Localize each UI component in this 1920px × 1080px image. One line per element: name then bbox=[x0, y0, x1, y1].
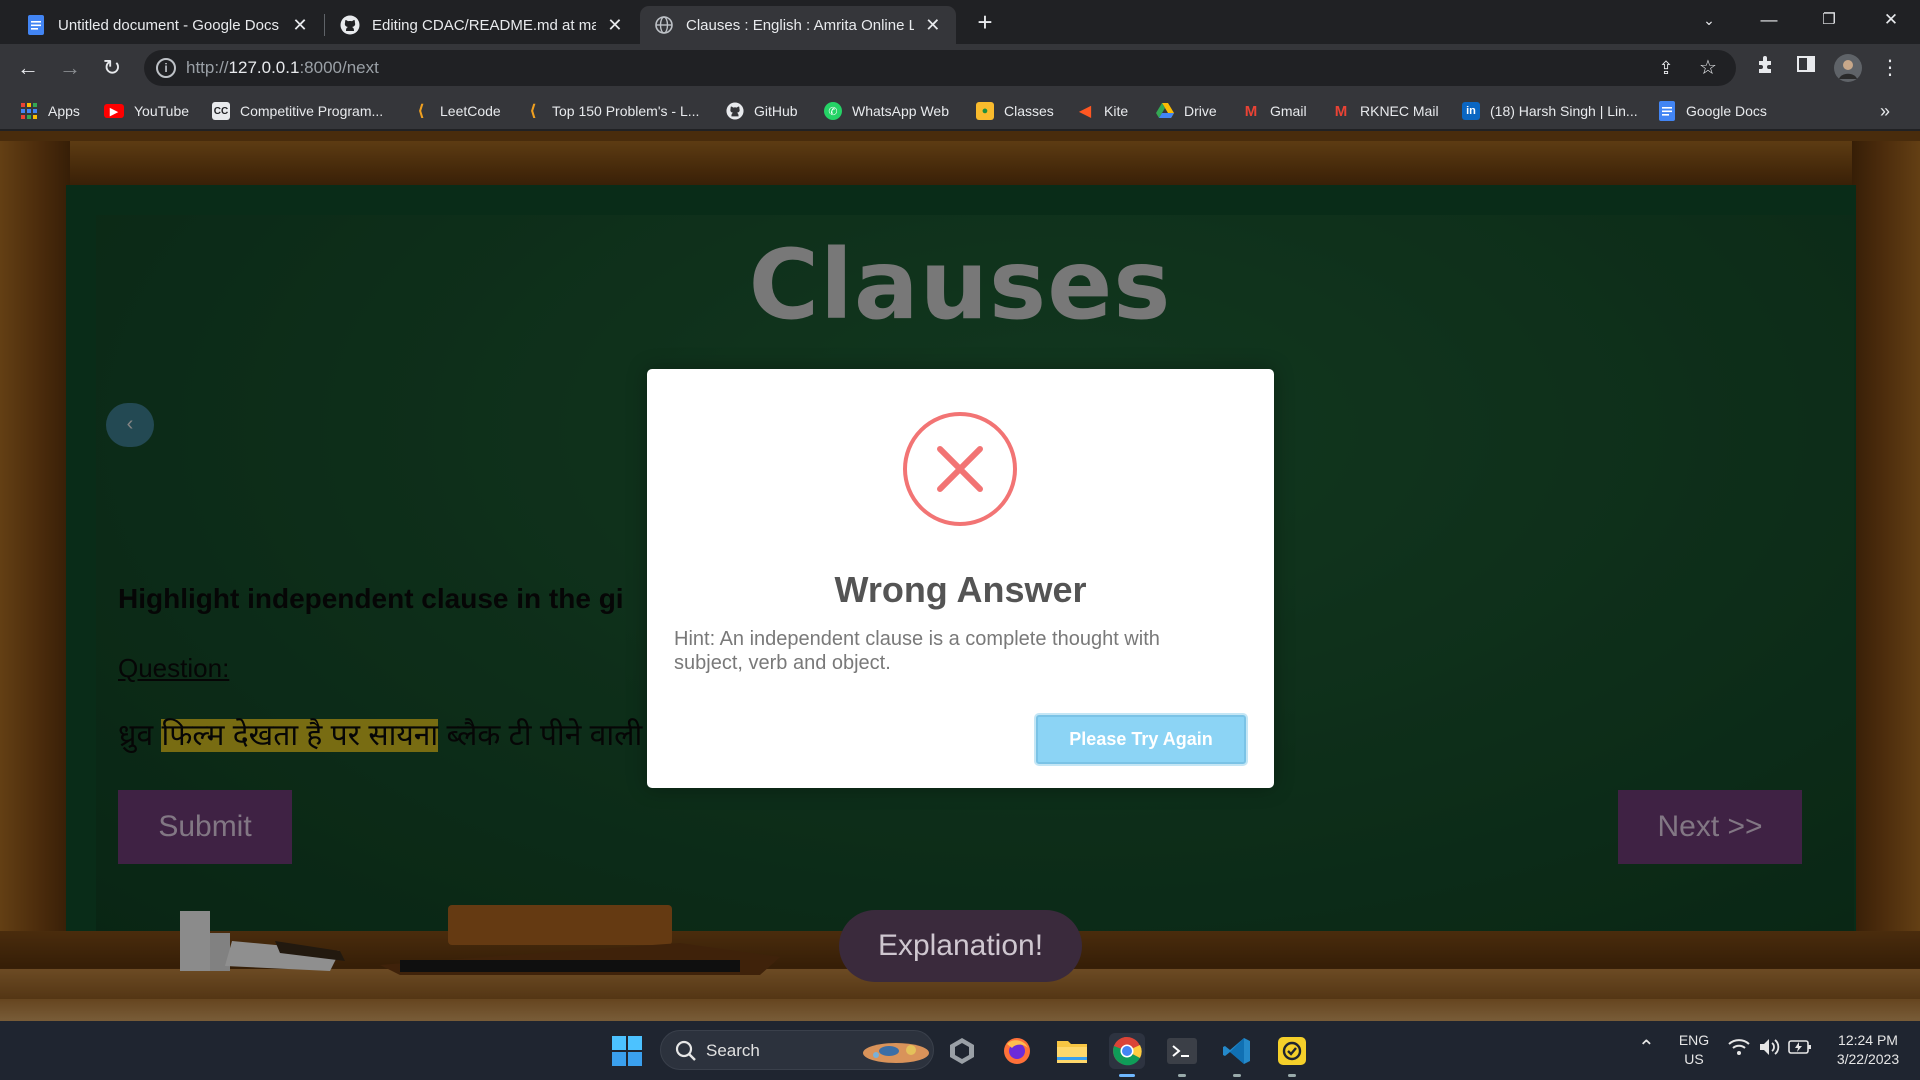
bookmark-whatsapp[interactable]: ✆ WhatsApp Web bbox=[824, 100, 949, 122]
bookmark-leetcode[interactable]: ⟨ LeetCode bbox=[412, 100, 500, 122]
wrong-answer-dialog: Wrong Answer Hint: An independent clause… bbox=[647, 369, 1274, 788]
volume-icon[interactable] bbox=[1758, 1037, 1780, 1060]
site-info-icon[interactable]: i bbox=[156, 58, 176, 78]
tab-label: Editing CDAC/README.md at maste bbox=[372, 16, 596, 34]
bookmark-classes[interactable]: ● Classes bbox=[976, 100, 1054, 122]
clock[interactable]: 12:24 PM 3/22/2023 bbox=[1820, 1031, 1916, 1069]
github-icon bbox=[340, 15, 360, 35]
close-icon[interactable]: ✕ bbox=[606, 15, 624, 36]
bookmark-drive[interactable]: Drive bbox=[1156, 100, 1217, 122]
more-menu-icon[interactable]: ⋮ bbox=[1876, 54, 1904, 82]
page-content: Clauses ‹ Highlight independent clause i… bbox=[0, 131, 1920, 1021]
forward-button[interactable]: → bbox=[54, 52, 86, 84]
tab-label: Clauses : English : Amrita Online Lab bbox=[686, 16, 914, 34]
bookmark-gmail[interactable]: M Gmail bbox=[1242, 100, 1307, 122]
bookmark-github[interactable]: GitHub bbox=[726, 100, 798, 122]
tab-separator bbox=[324, 14, 325, 36]
google-docs-icon bbox=[1658, 101, 1676, 121]
browser-toolbar: ← → ↻ i http://127.0.0.1:8000/next ⇪ ☆ ⋮ bbox=[0, 44, 1920, 92]
tab-search-icon[interactable]: ⌄ bbox=[1680, 0, 1738, 40]
dialog-hint: Hint: An independent clause is a complet… bbox=[674, 628, 1160, 674]
todo-app-icon[interactable] bbox=[1274, 1033, 1310, 1069]
apps-grid-icon bbox=[20, 102, 38, 120]
tab-clauses[interactable]: Clauses : English : Amrita Online Lab ✕ bbox=[640, 6, 956, 44]
close-icon[interactable]: ✕ bbox=[924, 15, 942, 36]
google-docs-icon bbox=[26, 15, 46, 35]
taskbar-search[interactable]: Search bbox=[660, 1030, 934, 1070]
classroom-icon: ● bbox=[976, 102, 994, 120]
firefox-icon[interactable] bbox=[999, 1033, 1035, 1069]
running-indicator bbox=[1288, 1074, 1296, 1077]
battery-icon[interactable] bbox=[1788, 1039, 1812, 1058]
bookmark-rknec-mail[interactable]: M RKNEC Mail bbox=[1332, 100, 1439, 122]
bookmark-kite[interactable]: ◀ Kite bbox=[1076, 100, 1128, 122]
url-text[interactable]: http://127.0.0.1:8000/next bbox=[186, 58, 379, 78]
tab-github-readme[interactable]: Editing CDAC/README.md at maste ✕ bbox=[326, 6, 638, 44]
language-indicator[interactable]: ENG US bbox=[1676, 1031, 1712, 1069]
gmail-icon: M bbox=[1244, 102, 1258, 120]
github-icon bbox=[726, 102, 744, 120]
bookmarks-bar: Apps ▶ YouTube CC Competitive Program... ⟨… bbox=[0, 92, 1920, 130]
vscode-icon[interactable] bbox=[1219, 1033, 1255, 1069]
extensions-icon[interactable] bbox=[1752, 54, 1780, 82]
windows-taskbar: Search ⌃ ENG US 12:24 PM 3/22/2023 bbox=[0, 1021, 1920, 1080]
explanation-button[interactable]: Explanation! bbox=[839, 910, 1082, 982]
search-highlight-art bbox=[863, 1043, 929, 1063]
bookmark-star-icon[interactable]: ☆ bbox=[1694, 54, 1722, 82]
minimize-button[interactable]: — bbox=[1740, 0, 1798, 40]
wifi-icon[interactable] bbox=[1728, 1038, 1750, 1059]
search-icon bbox=[675, 1040, 696, 1061]
tab-google-docs[interactable]: Untitled document - Google Docs ✕ bbox=[12, 6, 324, 44]
bookmark-top-150[interactable]: ⟨ Top 150 Problem's - L... bbox=[524, 100, 699, 122]
chevron-up-icon[interactable]: ⌃ bbox=[1638, 1035, 1655, 1060]
running-indicator bbox=[1119, 1074, 1135, 1077]
close-icon[interactable]: ✕ bbox=[290, 15, 310, 36]
taskbar-app-unity[interactable] bbox=[944, 1033, 980, 1069]
try-again-button[interactable]: Please Try Again bbox=[1034, 713, 1248, 766]
error-x-icon bbox=[903, 412, 1017, 526]
kite-icon: ◀ bbox=[1078, 103, 1092, 120]
globe-icon bbox=[654, 15, 674, 35]
address-bar[interactable]: i http://127.0.0.1:8000/next ⇪ ☆ bbox=[144, 50, 1736, 86]
share-icon[interactable]: ⇪ bbox=[1652, 54, 1680, 82]
bookmark-linkedin[interactable]: in (18) Harsh Singh | Lin... bbox=[1462, 100, 1638, 122]
gmail-icon: M bbox=[1334, 102, 1348, 120]
cc-icon: CC bbox=[212, 102, 230, 120]
bookmarks-overflow-button[interactable]: » bbox=[1880, 100, 1890, 122]
leetcode-icon: ⟨ bbox=[529, 103, 537, 120]
drive-icon bbox=[1156, 102, 1174, 120]
chrome-icon[interactable] bbox=[1109, 1033, 1145, 1069]
running-indicator bbox=[1178, 1074, 1186, 1077]
whatsapp-icon: ✆ bbox=[824, 102, 842, 120]
search-label: Search bbox=[706, 1041, 760, 1060]
tab-label: Untitled document - Google Docs bbox=[58, 16, 279, 34]
bookmark-google-docs[interactable]: Google Docs bbox=[1658, 100, 1767, 122]
restore-button[interactable]: ❐ bbox=[1800, 0, 1858, 40]
leetcode-icon: ⟨ bbox=[417, 103, 425, 120]
close-window-button[interactable]: ✕ bbox=[1862, 0, 1920, 40]
bookmark-competitive-programming[interactable]: CC Competitive Program... bbox=[212, 100, 383, 122]
dialog-title: Wrong Answer bbox=[834, 569, 1087, 610]
avatar[interactable] bbox=[1834, 54, 1862, 82]
reload-button[interactable]: ↻ bbox=[96, 52, 128, 84]
bookmark-apps[interactable]: Apps bbox=[20, 100, 80, 122]
running-indicator bbox=[1233, 1074, 1241, 1077]
side-panel-icon[interactable] bbox=[1792, 54, 1820, 82]
new-tab-button[interactable]: + bbox=[968, 6, 1002, 40]
browser-title-bar: Untitled document - Google Docs ✕ Editin… bbox=[0, 0, 1920, 44]
youtube-icon: ▶ bbox=[104, 104, 124, 118]
terminal-icon[interactable] bbox=[1164, 1033, 1200, 1069]
back-button[interactable]: ← bbox=[12, 52, 44, 84]
linkedin-icon: in bbox=[1462, 102, 1480, 120]
windows-start-icon[interactable] bbox=[612, 1036, 642, 1066]
bookmark-youtube[interactable]: ▶ YouTube bbox=[104, 100, 189, 122]
file-explorer-icon[interactable] bbox=[1054, 1033, 1090, 1069]
